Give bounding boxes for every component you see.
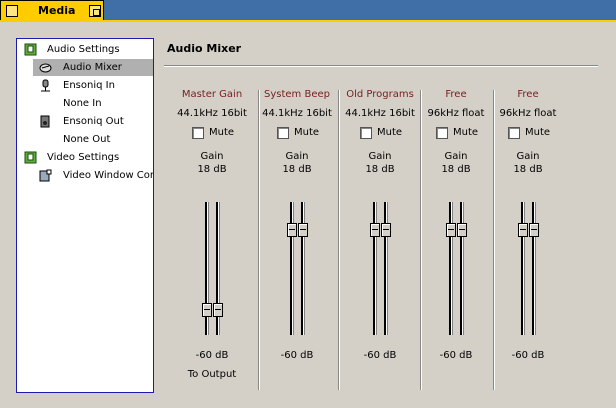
tree-label: Ensoniq In xyxy=(63,80,115,91)
fader-thumb-right[interactable] xyxy=(213,303,223,318)
channel-strip: Free 96kHz float Mute Gain 18 dB -60 dB xyxy=(488,87,568,387)
zoom-icon[interactable] xyxy=(89,5,101,17)
gain-max-value: 18 dB xyxy=(197,164,227,175)
mute-checkbox[interactable]: Mute xyxy=(257,127,337,141)
mute-box[interactable] xyxy=(508,127,520,139)
channel-strip: Old Programs 44.1kHz 16bit Mute Gain 18 dB -6… xyxy=(340,87,420,387)
tree-label: Video Window Con xyxy=(63,170,154,181)
channel-name: Old Programs xyxy=(346,89,414,100)
window-title: Media xyxy=(38,4,76,17)
panel-title: Audio Mixer xyxy=(167,42,242,55)
gain-label: Gain xyxy=(368,151,392,162)
channel-name: Free xyxy=(445,89,467,100)
gain-max-value: 18 dB xyxy=(441,164,471,175)
tree-label: Audio Settings xyxy=(47,44,120,55)
fader-track-right[interactable] xyxy=(384,202,388,335)
speaker-icon xyxy=(40,115,50,128)
gain-label: Gain xyxy=(285,151,309,162)
gain-min-value: -60 dB xyxy=(280,350,314,361)
tree-item-none-out[interactable]: None Out xyxy=(33,131,153,148)
channel-name: Free xyxy=(517,89,539,100)
tree-item-audio-mixer[interactable]: Audio Mixer xyxy=(33,59,153,76)
gain-max-value: 18 dB xyxy=(282,164,312,175)
mute-label: Mute xyxy=(209,127,235,138)
fader-thumb-right[interactable] xyxy=(381,223,391,238)
tree-label: None In xyxy=(63,98,102,109)
settings-icon xyxy=(24,43,37,56)
mute-box[interactable] xyxy=(436,127,448,139)
gain-label: Gain xyxy=(444,151,468,162)
close-icon[interactable] xyxy=(6,5,18,17)
tree-item-video-window[interactable]: Video Window Con xyxy=(33,167,153,184)
fader-track-left[interactable] xyxy=(449,202,453,335)
gain-max-value: 18 dB xyxy=(513,164,543,175)
gain-label: Gain xyxy=(200,151,224,162)
channel-strip: Master Gain 44.1kHz 16bit Mute Gain 18 dB -60… xyxy=(172,87,252,387)
settings-tree: Audio Settings Audio Mixer Ensoniq In No… xyxy=(16,38,154,393)
fader-thumb-right[interactable] xyxy=(457,223,467,238)
gain-label: Gain xyxy=(516,151,540,162)
fader-thumb-left[interactable] xyxy=(370,223,380,238)
mute-box[interactable] xyxy=(360,127,372,139)
gain-min-value: -60 dB xyxy=(195,350,229,361)
mute-box[interactable] xyxy=(277,127,289,139)
mute-checkbox[interactable]: Mute xyxy=(488,127,568,141)
divider xyxy=(164,65,598,67)
tree-item-video-settings[interactable]: Video Settings xyxy=(17,149,153,166)
fader-thumb-left[interactable] xyxy=(446,223,456,238)
fader-thumb-left[interactable] xyxy=(287,223,297,238)
gain-max-value: 18 dB xyxy=(365,164,395,175)
channel-format: 44.1kHz 16bit xyxy=(262,108,332,119)
tree-item-ensoniq-out[interactable]: Ensoniq Out xyxy=(33,113,153,130)
tree-label: Video Settings xyxy=(47,152,120,163)
settings-icon xyxy=(24,151,37,164)
channel-divider xyxy=(338,90,340,390)
fader-track-right[interactable] xyxy=(460,202,464,335)
tree-item-ensoniq-in[interactable]: Ensoniq In xyxy=(33,77,153,94)
mixer-icon xyxy=(39,63,52,73)
fader-track-left[interactable] xyxy=(290,202,294,335)
channel-format: 44.1kHz 16bit xyxy=(177,108,247,119)
fader-track-right[interactable] xyxy=(532,202,536,335)
mute-label: Mute xyxy=(377,127,403,138)
channel-name: Master Gain xyxy=(181,89,243,100)
tree-label: None Out xyxy=(63,134,111,145)
channel-divider xyxy=(420,90,422,390)
tree-label: Ensoniq Out xyxy=(63,116,124,127)
channel-divider xyxy=(493,90,495,390)
channel-format: 44.1kHz 16bit xyxy=(345,108,415,119)
mute-checkbox[interactable]: Mute xyxy=(172,127,252,141)
media-window: Media Audio Settings Audio Mixer Ensoniq… xyxy=(0,0,616,408)
fader-thumb-left[interactable] xyxy=(202,303,212,318)
gain-min-value: -60 dB xyxy=(511,350,545,361)
channel-format: 96kHz float xyxy=(427,108,485,119)
mute-box[interactable] xyxy=(192,127,204,139)
microphone-icon xyxy=(41,79,50,92)
mute-label: Mute xyxy=(294,127,320,138)
channel-strip: Free 96kHz float Mute Gain 18 dB -60 dB xyxy=(416,87,496,387)
tree-label: Audio Mixer xyxy=(63,62,122,73)
fader-thumb-left[interactable] xyxy=(518,223,528,238)
channel-format: 96kHz float xyxy=(499,108,557,119)
channel-name: System Beep xyxy=(264,89,330,100)
window-tab[interactable]: Media xyxy=(0,0,104,20)
mute-label: Mute xyxy=(453,127,479,138)
tree-item-audio-settings[interactable]: Audio Settings xyxy=(17,41,153,58)
fader-thumb-right[interactable] xyxy=(298,223,308,238)
window-content: Audio Settings Audio Mixer Ensoniq In No… xyxy=(0,20,616,408)
fader-track-left[interactable] xyxy=(373,202,377,335)
fader-track-right[interactable] xyxy=(301,202,305,335)
fader-thumb-right[interactable] xyxy=(529,223,539,238)
output-label: To Output xyxy=(187,369,237,380)
fader-track-left[interactable] xyxy=(521,202,525,335)
mute-checkbox[interactable]: Mute xyxy=(416,127,496,141)
tree-item-none-in[interactable]: None In xyxy=(33,95,153,112)
channel-divider xyxy=(258,90,260,390)
mute-checkbox[interactable]: Mute xyxy=(340,127,420,141)
gain-min-value: -60 dB xyxy=(439,350,473,361)
mute-label: Mute xyxy=(525,127,551,138)
channel-strip: System Beep 44.1kHz 16bit Mute Gain 18 dB -60… xyxy=(257,87,337,387)
gain-min-value: -60 dB xyxy=(363,350,397,361)
video-window-icon xyxy=(39,169,52,182)
